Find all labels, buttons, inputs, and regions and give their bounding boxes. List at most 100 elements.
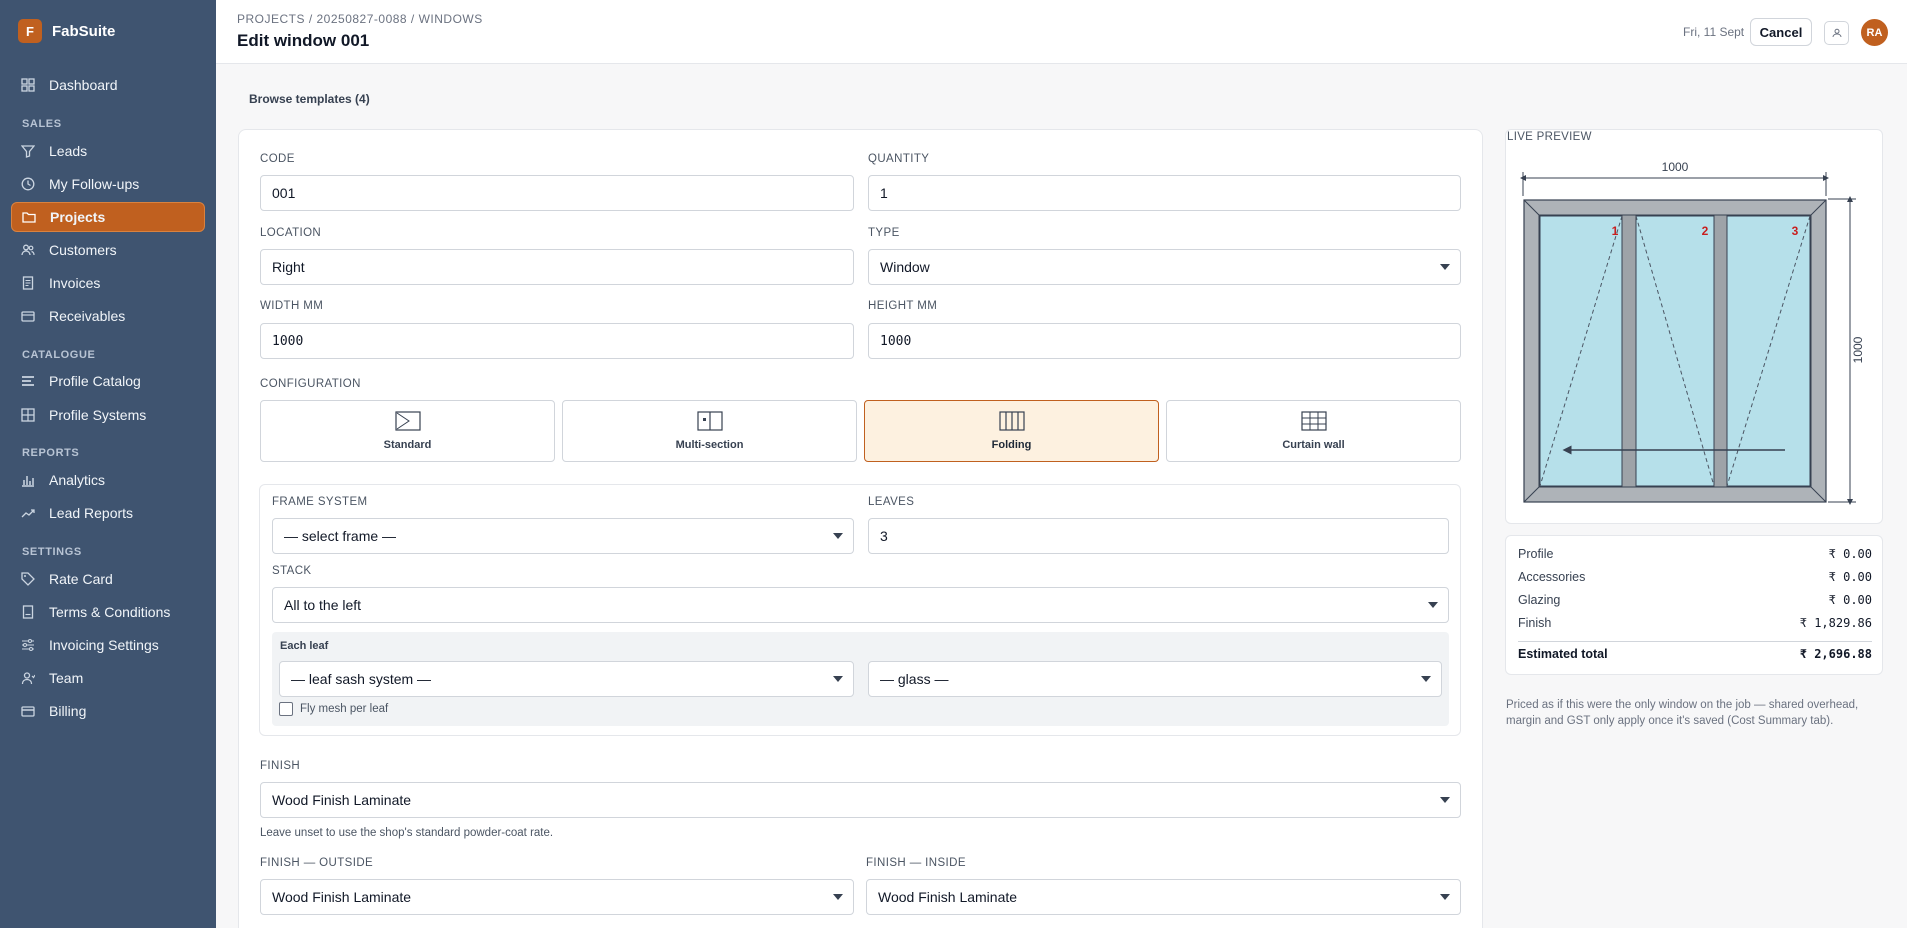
chevron-down-icon xyxy=(1440,894,1450,900)
live-preview-title: LIVE PREVIEW xyxy=(1507,131,1592,143)
finish-outside-value: Wood Finish Laminate xyxy=(272,889,412,905)
users-icon xyxy=(21,243,35,257)
code-label: CODE xyxy=(260,153,295,165)
sidebar-item-label: Billing xyxy=(49,703,87,719)
leaf-number: 2 xyxy=(1702,224,1709,238)
height-input[interactable]: 1000 xyxy=(868,323,1461,359)
total-value: ₹ 2,696.88 xyxy=(1799,647,1872,661)
sidebar-item-invoicing-settings[interactable]: Invoicing Settings xyxy=(11,630,205,660)
width-dimension: 1000 xyxy=(1662,160,1689,174)
sidebar-item-customers[interactable]: Customers xyxy=(11,235,205,265)
sidebar-item-label: Leads xyxy=(49,143,88,159)
config-curtain-wall-button[interactable]: Curtain wall xyxy=(1166,400,1461,462)
width-label: WIDTH MM xyxy=(260,300,324,312)
card-icon xyxy=(21,704,35,718)
window-preview-drawing: 1000 1000 1 2 3 xyxy=(1520,160,1865,505)
brand[interactable]: F FabSuite xyxy=(18,19,115,43)
code-input[interactable]: 001 xyxy=(260,175,854,211)
stack-label: STACK xyxy=(272,565,312,577)
leaf-sash-value: — leaf sash system — xyxy=(291,671,432,687)
profile-button[interactable] xyxy=(1824,21,1849,45)
height-dimension: 1000 xyxy=(1851,336,1865,363)
price-value: ₹ 0.00 xyxy=(1828,570,1872,584)
chevron-down-icon xyxy=(833,894,843,900)
finish-outside-label: FINISH — OUTSIDE xyxy=(260,857,374,869)
sidebar-item-my-follow-ups[interactable]: My Follow-ups xyxy=(11,169,205,199)
leaves-input[interactable]: 3 xyxy=(868,518,1449,554)
curtain-wall-config-icon xyxy=(1300,411,1327,434)
sidebar-item-lead-reports[interactable]: Lead Reports xyxy=(11,498,205,528)
stack-select[interactable]: All to the left xyxy=(272,587,1449,623)
price-value: ₹ 0.00 xyxy=(1828,547,1872,561)
finish-select[interactable]: Wood Finish Laminate xyxy=(260,782,1461,818)
config-folding-button[interactable]: Folding xyxy=(864,400,1159,462)
sidebar-item-profile-catalog[interactable]: Profile Catalog xyxy=(11,366,205,396)
finish-inside-value: Wood Finish Laminate xyxy=(878,889,1018,905)
sidebar-item-terms-conditions[interactable]: Terms & Conditions xyxy=(11,597,205,627)
each-leaf-label: Each leaf xyxy=(280,640,329,652)
sidebar-item-label: Invoices xyxy=(49,275,101,291)
leaf-sash-select[interactable]: — leaf sash system — xyxy=(279,661,854,697)
sidebar-item-profile-systems[interactable]: Profile Systems xyxy=(11,400,205,430)
sidebar-item-leads[interactable]: Leads xyxy=(11,136,205,166)
avatar[interactable]: RA xyxy=(1861,19,1888,46)
config-label: Folding xyxy=(991,439,1032,451)
breadcrumb[interactable]: PROJECTS / 20250827-0088 / WINDOWS xyxy=(237,12,483,26)
config-multi-section-button[interactable]: Multi-section xyxy=(562,400,857,462)
finish-inside-label: FINISH — INSIDE xyxy=(866,857,966,869)
sidebar-item-billing[interactable]: Billing xyxy=(11,696,205,726)
user-icon xyxy=(1832,25,1842,41)
glass-value: — glass — xyxy=(880,671,949,687)
type-select[interactable]: Window xyxy=(868,249,1461,285)
sidebar-item-receivables[interactable]: Receivables xyxy=(11,301,205,331)
sidebar-item-label: Terms & Conditions xyxy=(49,604,171,620)
sliders-icon xyxy=(21,638,35,652)
sidebar-item-label: Projects xyxy=(50,209,106,225)
config-label: Multi-section xyxy=(675,439,744,451)
config-standard-button[interactable]: Standard xyxy=(260,400,555,462)
finish-value: Wood Finish Laminate xyxy=(272,792,412,808)
leaves-label: LEAVES xyxy=(868,496,915,508)
sidebar: F FabSuite Dashboard SALES Leads My Foll… xyxy=(0,0,216,928)
sidebar-item-projects[interactable]: Projects xyxy=(11,202,205,232)
sidebar-section-sales: SALES xyxy=(22,118,62,130)
sidebar-item-label: Customers xyxy=(49,242,117,258)
sidebar-item-invoices[interactable]: Invoices xyxy=(11,268,205,298)
price-label: Accessories xyxy=(1518,570,1586,584)
stack-value: All to the left xyxy=(284,597,362,613)
sidebar-item-rate-card[interactable]: Rate Card xyxy=(11,564,205,594)
page-title: Edit window 001 xyxy=(237,31,370,50)
cancel-button[interactable]: Cancel xyxy=(1750,18,1812,46)
browse-templates-button[interactable]: Browse templates (4) xyxy=(249,92,370,106)
sidebar-item-team[interactable]: Team xyxy=(11,663,205,693)
sidebar-item-label: Receivables xyxy=(49,308,126,324)
brand-name: FabSuite xyxy=(52,22,116,40)
price-value: ₹ 1,829.86 xyxy=(1799,616,1872,630)
layers-icon xyxy=(21,374,35,388)
price-row-accessories: Accessories ₹ 0.00 xyxy=(1518,570,1872,584)
chevron-down-icon xyxy=(833,533,843,539)
location-input[interactable]: Right xyxy=(260,249,854,285)
sidebar-item-analytics[interactable]: Analytics xyxy=(11,465,205,495)
sidebar-item-label: Profile Catalog xyxy=(49,373,141,389)
quantity-input[interactable]: 1 xyxy=(868,175,1461,211)
finish-outside-select[interactable]: Wood Finish Laminate xyxy=(260,879,854,915)
sidebar-item-dashboard[interactable]: Dashboard xyxy=(11,70,205,100)
sidebar-section-catalogue: CATALOGUE xyxy=(22,349,96,361)
total-label: Estimated total xyxy=(1518,647,1608,661)
width-input[interactable]: 1000 xyxy=(260,323,854,359)
trend-icon xyxy=(21,506,35,520)
chevron-down-icon xyxy=(1440,797,1450,803)
chevron-down-icon xyxy=(1440,264,1450,270)
chevron-down-icon xyxy=(1421,676,1431,682)
fly-mesh-checkbox[interactable] xyxy=(279,702,293,716)
glass-select[interactable]: — glass — xyxy=(868,661,1442,697)
frame-system-select[interactable]: — select frame — xyxy=(272,518,854,554)
chevron-down-icon xyxy=(1428,602,1438,608)
folder-icon xyxy=(22,210,36,224)
clock-icon xyxy=(21,177,35,191)
finish-inside-select[interactable]: Wood Finish Laminate xyxy=(866,879,1461,915)
price-row-glazing: Glazing ₹ 0.00 xyxy=(1518,593,1872,607)
user-icon xyxy=(21,671,35,685)
config-label: Standard xyxy=(383,439,432,451)
